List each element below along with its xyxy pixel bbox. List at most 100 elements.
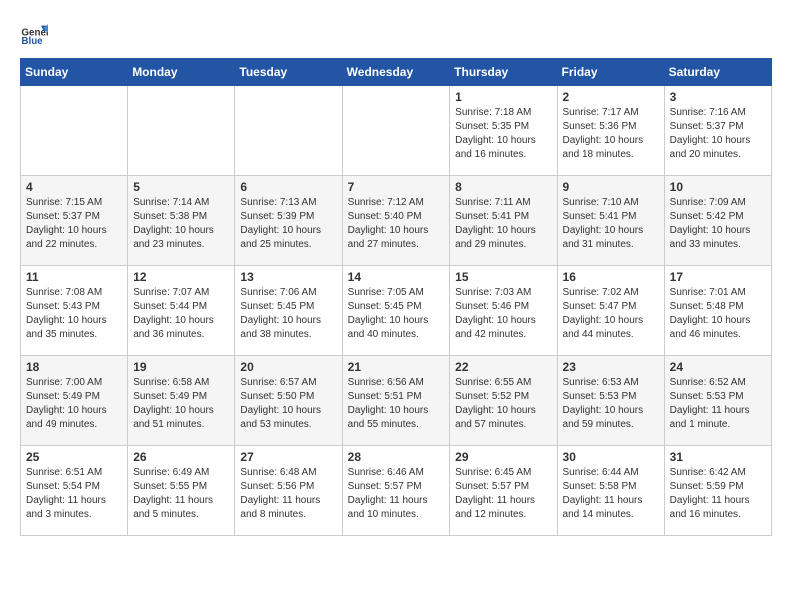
day-number: 16 [563,270,659,284]
calendar-cell: 13Sunrise: 7:06 AM Sunset: 5:45 PM Dayli… [235,266,342,356]
day-number: 5 [133,180,229,194]
calendar-cell: 2Sunrise: 7:17 AM Sunset: 5:36 PM Daylig… [557,86,664,176]
calendar-cell: 26 Sunrise: 6:49 AM Sunset: 5:55 PM Dayli… [128,446,235,536]
calendar-header-row: SundayMondayTuesdayWednesdayThursdayFrid… [21,59,772,86]
calendar-cell: 10Sunrise: 7:09 AM Sunset: 5:42 PM Dayli… [664,176,771,266]
calendar-week-row: 18 Sunrise: 7:00 AM Sunset: 5:49 PM Dayli… [21,356,772,446]
calendar-cell: 27 Sunrise: 6:48 AM Sunset: 5:56 PM Dayli… [235,446,342,536]
day-info: Sunrise: 7:08 AM Sunset: 5:43 PM Dayligh… [26,286,122,342]
day-info: Sunrise: 7:14 AM Sunset: 5:38 PM Dayligh… [133,196,229,252]
day-info: Sunrise: 6:57 AM Sunset: 5:50 PM Dayligh… [240,376,336,432]
day-number: 2 [563,90,659,104]
day-info: Sunrise: 7:07 AM Sunset: 5:44 PM Dayligh… [133,286,229,342]
calendar-cell: 24 Sunrise: 6:52 AM Sunset: 5:53 PM Dayli… [664,356,771,446]
calendar-cell: 7 Sunrise: 7:12 AM Sunset: 5:40 PM Daylig… [342,176,450,266]
column-header-sunday: Sunday [21,59,128,86]
calendar-cell [235,86,342,176]
day-info: Sunrise: 7:09 AM Sunset: 5:42 PM Dayligh… [670,196,766,252]
day-number: 31 [670,450,766,464]
day-info: Sunrise: 7:12 AM Sunset: 5:40 PM Dayligh… [348,196,445,252]
calendar-cell: 21 Sunrise: 6:56 AM Sunset: 5:51 PM Dayli… [342,356,450,446]
calendar-cell: 30 Sunrise: 6:44 AM Sunset: 5:58 PM Dayli… [557,446,664,536]
day-number: 11 [26,270,122,284]
day-info: Sunrise: 7:10 AM Sunset: 5:41 PM Dayligh… [563,196,659,252]
day-info: Sunrise: 7:03 AM Sunset: 5:46 PM Dayligh… [455,286,551,342]
day-number: 14 [348,270,445,284]
day-number: 3 [670,90,766,104]
day-info: Sunrise: 7:13 AM Sunset: 5:39 PM Dayligh… [240,196,336,252]
column-header-tuesday: Tuesday [235,59,342,86]
calendar-cell [342,86,450,176]
calendar-cell: 1 Sunrise: 7:18 AM Sunset: 5:35 PM Daylig… [450,86,557,176]
day-info: Sunrise: 7:01 AM Sunset: 5:48 PM Dayligh… [670,286,766,342]
calendar-cell: 20 Sunrise: 6:57 AM Sunset: 5:50 PM Dayli… [235,356,342,446]
calendar-cell: 19 Sunrise: 6:58 AM Sunset: 5:49 PM Dayli… [128,356,235,446]
calendar-cell [128,86,235,176]
day-info: Sunrise: 7:11 AM Sunset: 5:41 PM Dayligh… [455,196,551,252]
day-number: 13 [240,270,336,284]
day-number: 30 [563,450,659,464]
calendar-cell: 4Sunrise: 7:15 AM Sunset: 5:37 PM Daylig… [21,176,128,266]
day-number: 20 [240,360,336,374]
day-info: Sunrise: 6:52 AM Sunset: 5:53 PM Dayligh… [670,376,766,432]
calendar-cell: 18 Sunrise: 7:00 AM Sunset: 5:49 PM Dayli… [21,356,128,446]
calendar-week-row: 4Sunrise: 7:15 AM Sunset: 5:37 PM Daylig… [21,176,772,266]
day-number: 27 [240,450,336,464]
calendar-week-row: 1 Sunrise: 7:18 AM Sunset: 5:35 PM Daylig… [21,86,772,176]
day-info: Sunrise: 7:18 AM Sunset: 5:35 PM Dayligh… [455,106,551,162]
column-header-saturday: Saturday [664,59,771,86]
calendar-week-row: 25 Sunrise: 6:51 AM Sunset: 5:54 PM Dayli… [21,446,772,536]
calendar-cell: 16 Sunrise: 7:02 AM Sunset: 5:47 PM Dayli… [557,266,664,356]
day-number: 29 [455,450,551,464]
calendar-cell: 5 Sunrise: 7:14 AM Sunset: 5:38 PM Daylig… [128,176,235,266]
calendar-cell: 28 Sunrise: 6:46 AM Sunset: 5:57 PM Dayli… [342,446,450,536]
calendar-cell: 12 Sunrise: 7:07 AM Sunset: 5:44 PM Dayli… [128,266,235,356]
calendar-cell: 15 Sunrise: 7:03 AM Sunset: 5:46 PM Dayli… [450,266,557,356]
day-number: 1 [455,90,551,104]
day-number: 26 [133,450,229,464]
day-number: 15 [455,270,551,284]
day-info: Sunrise: 6:58 AM Sunset: 5:49 PM Dayligh… [133,376,229,432]
calendar-cell [21,86,128,176]
day-info: Sunrise: 6:51 AM Sunset: 5:54 PM Dayligh… [26,466,122,522]
day-number: 4 [26,180,122,194]
day-info: Sunrise: 6:46 AM Sunset: 5:57 PM Dayligh… [348,466,445,522]
column-header-monday: Monday [128,59,235,86]
day-number: 24 [670,360,766,374]
calendar-cell: 25 Sunrise: 6:51 AM Sunset: 5:54 PM Dayli… [21,446,128,536]
day-number: 18 [26,360,122,374]
svg-text:Blue: Blue [21,36,43,47]
calendar-cell: 14Sunrise: 7:05 AM Sunset: 5:45 PM Dayli… [342,266,450,356]
day-info: Sunrise: 6:55 AM Sunset: 5:52 PM Dayligh… [455,376,551,432]
calendar-cell: 9 Sunrise: 7:10 AM Sunset: 5:41 PM Daylig… [557,176,664,266]
logo: General Blue [20,20,50,48]
column-header-wednesday: Wednesday [342,59,450,86]
day-info: Sunrise: 6:44 AM Sunset: 5:58 PM Dayligh… [563,466,659,522]
day-number: 25 [26,450,122,464]
day-number: 12 [133,270,229,284]
calendar-cell: 8Sunrise: 7:11 AM Sunset: 5:41 PM Daylig… [450,176,557,266]
calendar-cell: 3Sunrise: 7:16 AM Sunset: 5:37 PM Daylig… [664,86,771,176]
day-number: 19 [133,360,229,374]
day-number: 21 [348,360,445,374]
day-info: Sunrise: 6:49 AM Sunset: 5:55 PM Dayligh… [133,466,229,522]
day-number: 17 [670,270,766,284]
calendar-table: SundayMondayTuesdayWednesdayThursdayFrid… [20,58,772,536]
page-header: General Blue [20,20,772,48]
day-info: Sunrise: 6:56 AM Sunset: 5:51 PM Dayligh… [348,376,445,432]
day-number: 22 [455,360,551,374]
column-header-friday: Friday [557,59,664,86]
day-info: Sunrise: 6:48 AM Sunset: 5:56 PM Dayligh… [240,466,336,522]
day-info: Sunrise: 7:00 AM Sunset: 5:49 PM Dayligh… [26,376,122,432]
calendar-week-row: 11 Sunrise: 7:08 AM Sunset: 5:43 PM Dayli… [21,266,772,356]
day-number: 6 [240,180,336,194]
logo-icon: General Blue [20,20,48,48]
day-number: 28 [348,450,445,464]
calendar-cell: 22 Sunrise: 6:55 AM Sunset: 5:52 PM Dayli… [450,356,557,446]
day-info: Sunrise: 7:02 AM Sunset: 5:47 PM Dayligh… [563,286,659,342]
calendar-cell: 11 Sunrise: 7:08 AM Sunset: 5:43 PM Dayli… [21,266,128,356]
calendar-cell: 31Sunrise: 6:42 AM Sunset: 5:59 PM Dayli… [664,446,771,536]
day-number: 9 [563,180,659,194]
calendar-cell: 17 Sunrise: 7:01 AM Sunset: 5:48 PM Dayli… [664,266,771,356]
day-number: 7 [348,180,445,194]
